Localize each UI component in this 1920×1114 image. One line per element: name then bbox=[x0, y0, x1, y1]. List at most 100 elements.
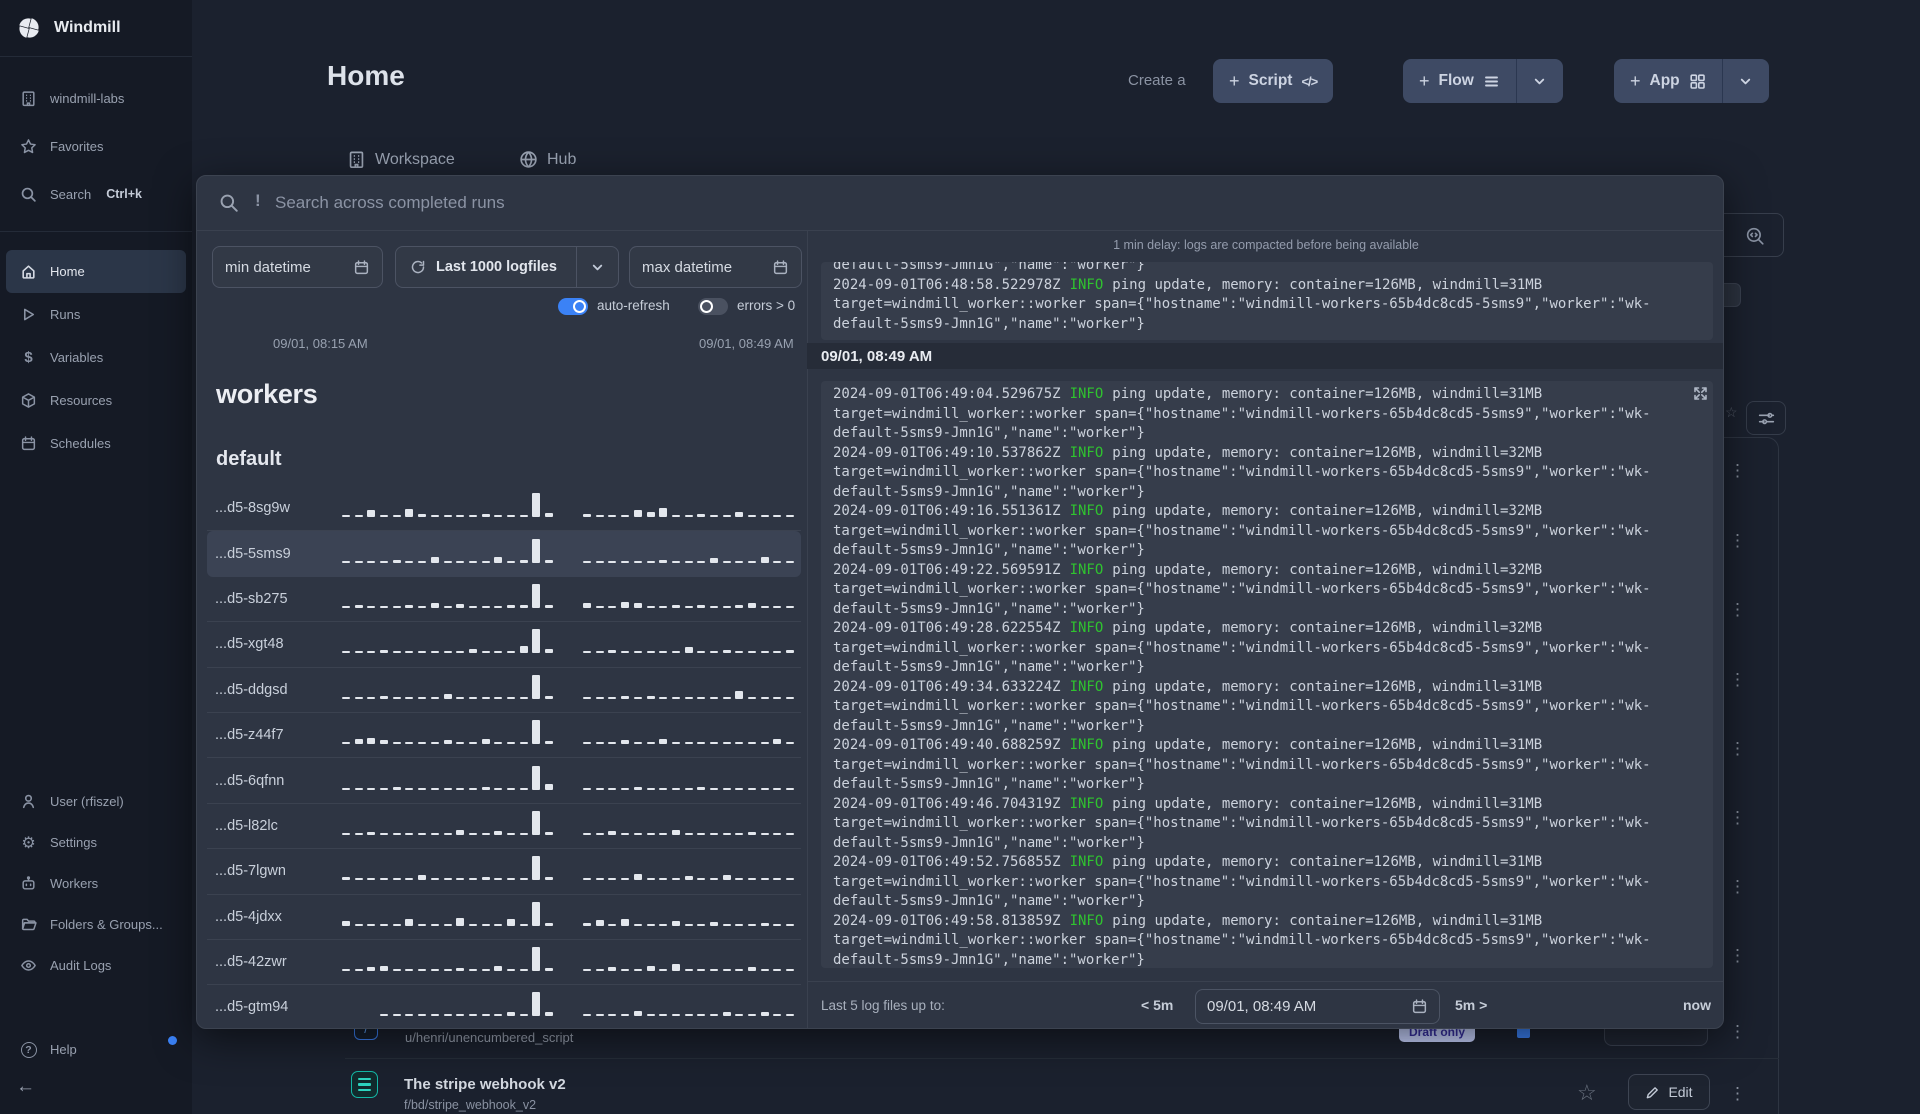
calendar-icon[interactable] bbox=[772, 259, 789, 276]
edit-button[interactable]: Edit bbox=[1628, 1074, 1710, 1110]
logfiles-select-value: Last 1000 logfiles bbox=[436, 259, 557, 275]
modal-search-bar: ! bbox=[197, 176, 1723, 231]
worker-name: ...d5-8sg9w bbox=[215, 500, 290, 517]
worker-row[interactable]: ...d5-7lgwn bbox=[207, 849, 801, 895]
min-datetime-input[interactable]: min datetime bbox=[212, 246, 383, 288]
sidebar-item[interactable]: Search Ctrl+k bbox=[6, 170, 186, 218]
kebab-menu-icon[interactable] bbox=[1729, 461, 1743, 481]
worker-row[interactable]: ...d5-gtm94 bbox=[207, 985, 801, 1028]
app-dropdown-button[interactable] bbox=[1721, 59, 1769, 103]
sidebar-item[interactable]: $ Variables bbox=[6, 336, 186, 379]
worker-row[interactable]: ...d5-z44f7 bbox=[207, 713, 801, 759]
tab-workspace[interactable]: Workspace bbox=[347, 150, 455, 169]
worker-row[interactable]: ...d5-xgt48 bbox=[207, 622, 801, 668]
log-entry: 2024-09-01T06:49:22.569591Z INFO ping upda… bbox=[833, 561, 1701, 620]
notification-dot bbox=[168, 1036, 177, 1045]
dollar-icon: $ bbox=[24, 349, 33, 366]
create-flow-button[interactable]: + Flow bbox=[1403, 59, 1516, 103]
sidebar-item[interactable]: Home bbox=[6, 250, 186, 293]
log-line: target=windmill_worker::worker span={"ho… bbox=[833, 873, 1651, 890]
log-message: ping update, memory: container=126MB, wi… bbox=[1112, 444, 1543, 461]
sidebar-item[interactable]: Schedules bbox=[6, 422, 186, 465]
runs-search-input[interactable] bbox=[275, 176, 1175, 230]
log-level: INFO bbox=[1069, 795, 1104, 812]
worker-name: ...d5-z44f7 bbox=[215, 727, 284, 744]
worker-row[interactable]: ...d5-42zwr bbox=[207, 940, 801, 986]
log-message: ping update, memory: container=126MB, wi… bbox=[1112, 795, 1543, 812]
sidebar-item[interactable]: Folders & Groups... bbox=[6, 904, 186, 945]
create-flow-button-group: + Flow bbox=[1403, 59, 1563, 103]
search-icon bbox=[219, 193, 239, 213]
shortcut-hint: Ctrl+k bbox=[106, 187, 142, 201]
log-timestamp: 2024-09-01T06:49:46.704319Z bbox=[833, 795, 1061, 812]
kebab-menu-icon[interactable] bbox=[1729, 946, 1743, 966]
log-line: target=windmill_worker::worker span={"ho… bbox=[833, 932, 1651, 948]
max-datetime-input[interactable]: max datetime bbox=[629, 246, 802, 288]
worker-row[interactable]: ...d5-l82lc bbox=[207, 804, 801, 850]
worker-activity-sparkline bbox=[342, 856, 795, 886]
sidebar-item[interactable]: windmill-labs bbox=[6, 74, 186, 122]
create-script-button[interactable]: + Script </> bbox=[1213, 59, 1333, 103]
create-app-button-group: + App bbox=[1614, 59, 1769, 103]
kebab-menu-icon[interactable] bbox=[1729, 670, 1743, 690]
log-level: INFO bbox=[1069, 276, 1104, 293]
collapse-sidebar-icon[interactable]: ← bbox=[16, 1076, 35, 1098]
next-5m-button[interactable]: 5m > bbox=[1455, 997, 1487, 1013]
star-icon[interactable]: ☆ bbox=[1725, 404, 1738, 421]
sidebar-item[interactable]: ⚙ Settings bbox=[6, 822, 186, 863]
sidebar-item[interactable]: Workers bbox=[6, 863, 186, 904]
kebab-menu-icon[interactable] bbox=[1729, 1022, 1743, 1042]
worker-row[interactable]: ...d5-8sg9w bbox=[207, 486, 801, 532]
worker-row[interactable]: ...d5-6qfnn bbox=[207, 758, 801, 804]
logfiles-select[interactable]: Last 1000 logfiles bbox=[395, 246, 619, 288]
kebab-menu-icon[interactable] bbox=[1729, 739, 1743, 759]
prev-5m-button[interactable]: < 5m bbox=[1141, 997, 1173, 1013]
sidebar-item-help[interactable]: ? Help bbox=[6, 1029, 186, 1070]
kebab-menu-icon[interactable] bbox=[1729, 808, 1743, 828]
sidebar-item[interactable]: User (rfiszel) bbox=[6, 781, 186, 822]
worker-row[interactable]: ...d5-ddgsd bbox=[207, 668, 801, 713]
worker-row[interactable]: ...d5-sb275 bbox=[207, 577, 801, 623]
tab-hub[interactable]: Hub bbox=[519, 150, 576, 169]
kebab-menu-icon[interactable] bbox=[1729, 877, 1743, 897]
brand-name: Windmill bbox=[54, 19, 121, 36]
sidebar-item[interactable]: Runs bbox=[6, 293, 186, 336]
sidebar-item[interactable]: Favorites bbox=[6, 122, 186, 170]
plus-icon: + bbox=[1630, 70, 1641, 91]
worker-row[interactable]: ...d5-5sms9 bbox=[207, 531, 801, 577]
worker-row[interactable]: ...d5-4jdxx bbox=[207, 895, 801, 940]
sidebar-item[interactable]: Resources bbox=[6, 379, 186, 422]
flow-row-path: f/bd/stripe_webhook_v2 bbox=[404, 1098, 537, 1112]
expand-icon[interactable] bbox=[1692, 385, 1709, 402]
building-icon bbox=[347, 150, 366, 169]
auto-refresh-toggle[interactable] bbox=[558, 298, 588, 315]
flow-dropdown-button[interactable] bbox=[1515, 59, 1563, 103]
kebab-menu-icon[interactable] bbox=[1729, 531, 1743, 551]
logfiles-select-chevron[interactable] bbox=[576, 247, 618, 287]
sidebar-item-label: User (rfiszel) bbox=[50, 794, 124, 809]
footer-datetime-input[interactable]: 09/01, 08:49 AM bbox=[1195, 989, 1440, 1024]
now-button[interactable]: now bbox=[1683, 997, 1711, 1013]
create-app-button[interactable]: + App bbox=[1614, 59, 1722, 103]
errors-toggle[interactable] bbox=[698, 298, 728, 315]
kebab-menu-icon[interactable] bbox=[1729, 600, 1743, 620]
sidebar-item-label: Home bbox=[50, 264, 85, 279]
worker-name: ...d5-42zwr bbox=[215, 954, 287, 971]
brand[interactable]: Windmill bbox=[0, 0, 192, 57]
sidebar-item[interactable]: Audit Logs bbox=[6, 945, 186, 986]
log-entry: 2024-09-01T06:49:52.756855Z INFO ping upda… bbox=[833, 853, 1701, 912]
calendar-icon[interactable] bbox=[353, 259, 370, 276]
log-line: target=windmill_worker::worker span={"ho… bbox=[833, 815, 1651, 831]
kebab-menu-icon[interactable] bbox=[1729, 1084, 1743, 1104]
log-entry: 2024-09-01T06:49:46.704319Z INFO ping upda… bbox=[833, 795, 1701, 854]
create-script-label: Script bbox=[1248, 72, 1293, 89]
display-filters-button[interactable] bbox=[1746, 401, 1786, 435]
worker-activity-sparkline bbox=[342, 538, 795, 569]
code-search-icon[interactable] bbox=[1745, 226, 1765, 246]
calendar-icon[interactable] bbox=[1411, 998, 1428, 1015]
robot-icon bbox=[20, 875, 37, 892]
favorite-star-icon[interactable]: ☆ bbox=[1577, 1080, 1597, 1106]
log-line: target=windmill_worker::worker span={"ho… bbox=[833, 464, 1651, 480]
worker-activity-sparkline bbox=[342, 765, 795, 796]
edit-button-label: Edit bbox=[1668, 1084, 1693, 1100]
